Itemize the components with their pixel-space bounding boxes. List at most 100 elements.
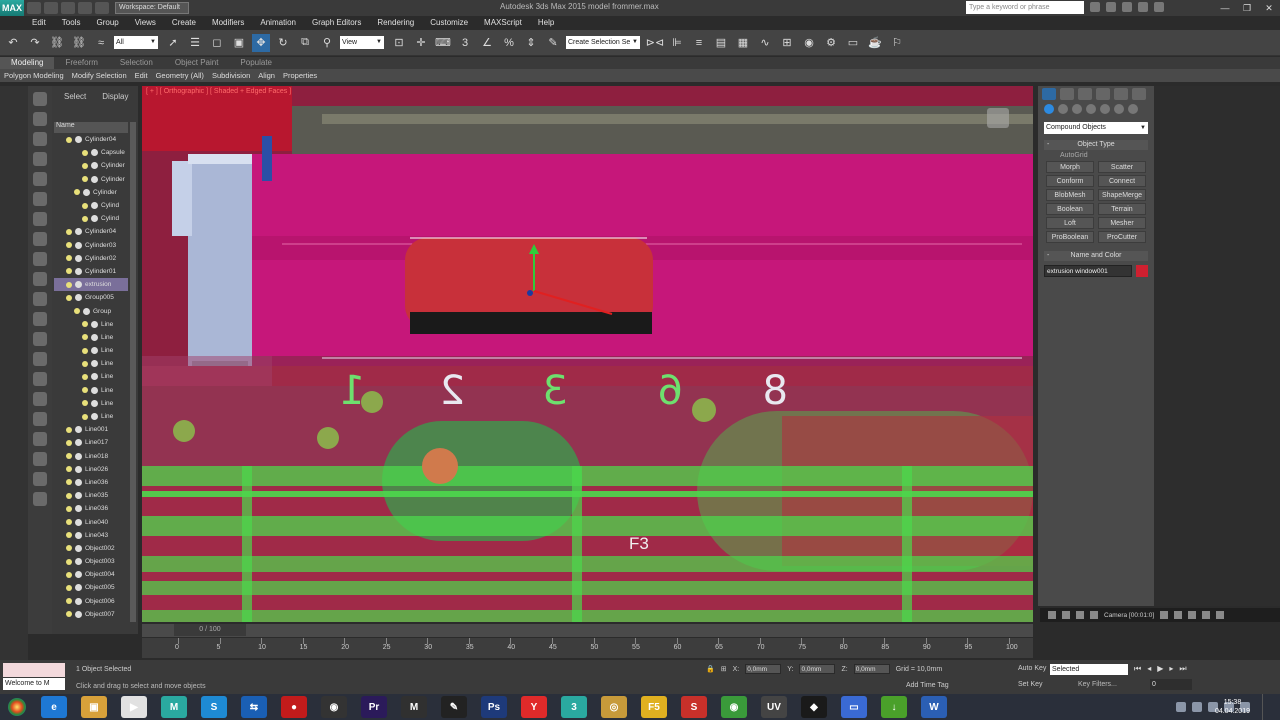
rectangular-selection-icon[interactable]: ◻ — [208, 34, 226, 52]
display-spacewarps-icon[interactable] — [33, 232, 47, 246]
create-tab-icon[interactable] — [1042, 88, 1056, 100]
redo-icon[interactable]: ↷ — [26, 34, 44, 52]
maxscript-listener[interactable] — [3, 663, 65, 677]
select-and-move-icon[interactable]: ✥ — [252, 33, 270, 52]
place-icon[interactable]: ⚲ — [318, 34, 336, 52]
visibility-bulb-icon[interactable] — [82, 202, 88, 209]
scene-object-row[interactable]: Line017 — [54, 436, 128, 449]
systems-icon[interactable] — [1128, 104, 1138, 114]
visibility-bulb-icon[interactable] — [82, 400, 88, 407]
category-dropdown[interactable]: Compound Objects — [1044, 122, 1148, 134]
schematic-view-icon[interactable]: ⊞ — [778, 34, 796, 52]
taskbar-word-icon[interactable]: W — [921, 696, 947, 718]
taskbar-torrent-icon[interactable]: ↓ — [881, 696, 907, 718]
material-editor-icon[interactable]: ◉ — [800, 34, 818, 52]
scene-object-row[interactable]: Group — [54, 304, 128, 317]
display-geometry-icon[interactable] — [33, 132, 47, 146]
visibility-bulb-icon[interactable] — [66, 281, 72, 288]
named-selection-dropdown[interactable]: Create Selection Se — [566, 36, 640, 49]
visibility-bulb-icon[interactable] — [66, 584, 72, 591]
scene-object-row[interactable]: Object003 — [54, 555, 128, 568]
pan-icon[interactable] — [1174, 611, 1183, 619]
minimize-button[interactable]: — — [1214, 0, 1236, 16]
scene-object-row[interactable]: Object007 — [54, 608, 128, 621]
clock[interactable]: 15:38 04.04.2019 — [1215, 698, 1250, 716]
align-icon[interactable]: ⊫ — [668, 34, 686, 52]
scene-display-menu[interactable]: Display — [102, 92, 128, 108]
proboolean-button[interactable]: ProBoolean — [1046, 231, 1094, 243]
taskbar-maya-icon[interactable]: M — [401, 696, 427, 718]
ribbon-tab-populate[interactable]: Populate — [229, 57, 283, 69]
ribbon-tab-selection[interactable]: Selection — [109, 57, 164, 69]
key-mode-dropdown[interactable]: Selected — [1050, 664, 1128, 675]
display-all-icon[interactable] — [33, 112, 47, 126]
display-groups-icon[interactable] — [33, 252, 47, 266]
display-xrefs-icon[interactable] — [33, 272, 47, 286]
set-key-button[interactable]: Set Key — [1018, 681, 1043, 688]
scene-object-row[interactable]: Line026 — [54, 463, 128, 476]
taskbar-teamviewer-icon[interactable]: ⇆ — [241, 696, 267, 718]
name-and-color-rollout[interactable]: Name and Color — [1044, 251, 1148, 261]
link-icon[interactable]: ⛓ — [48, 34, 66, 52]
auto-key-button[interactable]: Auto Key — [1018, 665, 1046, 672]
menu-rendering[interactable]: Rendering — [369, 16, 422, 30]
ribbon-polygon-modeling[interactable]: Polygon Modeling — [0, 69, 68, 82]
menu-edit[interactable]: Edit — [24, 16, 54, 30]
subscription-icon[interactable] — [1106, 2, 1116, 12]
motion-tab-icon[interactable] — [1096, 88, 1110, 100]
scene-object-row[interactable]: Line — [54, 410, 128, 423]
scene-object-row[interactable]: Line043 — [54, 529, 128, 542]
add-time-tag[interactable]: Add Time Tag — [906, 682, 949, 689]
select-and-scale-icon[interactable]: ⧉ — [296, 34, 314, 52]
display-shapes-icon[interactable] — [33, 152, 47, 166]
ribbon-tab-modeling[interactable]: Modeling — [0, 57, 55, 69]
shapemerge-button[interactable]: ShapeMerge — [1098, 189, 1146, 201]
autogrid-checkbox[interactable]: AutoGrid — [1060, 152, 1154, 159]
display-none-icon[interactable] — [33, 92, 47, 106]
help-icon[interactable] — [1154, 2, 1164, 12]
select-and-rotate-icon[interactable]: ↻ — [274, 34, 292, 52]
visibility-bulb-icon[interactable] — [66, 558, 72, 565]
current-frame-field[interactable]: 0 — [1150, 679, 1192, 690]
app-logo-button[interactable]: MAX — [0, 0, 24, 16]
unlink-icon[interactable]: ⛓ — [70, 34, 88, 52]
ribbon-edit[interactable]: Edit — [131, 69, 152, 82]
render-production-icon[interactable]: ☕ — [866, 34, 884, 52]
scene-object-row[interactable]: Line — [54, 397, 128, 410]
open-file-icon[interactable] — [44, 2, 58, 14]
scene-object-row[interactable]: Line040 — [54, 515, 128, 528]
expand-icon[interactable] — [33, 472, 47, 486]
zoom-icon[interactable] — [1062, 611, 1070, 619]
morph-button[interactable]: Morph — [1046, 161, 1094, 173]
display-lights-icon[interactable] — [33, 172, 47, 186]
select-manipulate-icon[interactable]: ✛ — [412, 34, 430, 52]
spinner-snap-icon[interactable]: ⇕ — [522, 34, 540, 52]
lights-icon[interactable] — [1072, 104, 1082, 114]
scene-object-row[interactable]: extrusion — [54, 278, 128, 292]
display-containers-icon[interactable] — [33, 312, 47, 326]
percent-snap-icon[interactable]: % — [500, 34, 518, 52]
visibility-bulb-icon[interactable] — [66, 294, 72, 301]
visibility-bulb-icon[interactable] — [82, 162, 88, 169]
taskbar-chrome-icon[interactable]: ◉ — [721, 696, 747, 718]
perspective-viewport[interactable]: [ + ] [ Orthographic ] [ Shaded + Edged … — [142, 86, 1033, 622]
z-coordinate-field[interactable]: 0,0mm — [853, 664, 890, 674]
taskbar-3dsmax-icon[interactable]: M — [161, 696, 187, 718]
select-object-icon[interactable]: ➚ — [164, 34, 182, 52]
visibility-bulb-icon[interactable] — [82, 413, 88, 420]
menu-maxscript[interactable]: MAXScript — [476, 16, 530, 30]
mirror-icon[interactable]: ⊳⊲ — [646, 34, 664, 52]
new-scene-icon[interactable] — [27, 2, 41, 14]
angle-snap-icon[interactable]: ∠ — [478, 34, 496, 52]
visibility-bulb-icon[interactable] — [74, 189, 80, 196]
maximize-viewport-icon[interactable] — [1202, 611, 1211, 619]
ribbon-tab-freeform[interactable]: Freeform — [54, 57, 108, 69]
space-warps-icon[interactable] — [1114, 104, 1124, 114]
caddy-menu-icon[interactable] — [1048, 611, 1056, 619]
scene-object-row[interactable]: Line — [54, 384, 128, 397]
visibility-bulb-icon[interactable] — [82, 360, 88, 367]
scene-object-row[interactable]: Object008 — [54, 621, 128, 622]
ribbon-tab-object-paint[interactable]: Object Paint — [164, 57, 230, 69]
menu-create[interactable]: Create — [164, 16, 204, 30]
taskbar-coin-icon[interactable]: ◎ — [601, 696, 627, 718]
